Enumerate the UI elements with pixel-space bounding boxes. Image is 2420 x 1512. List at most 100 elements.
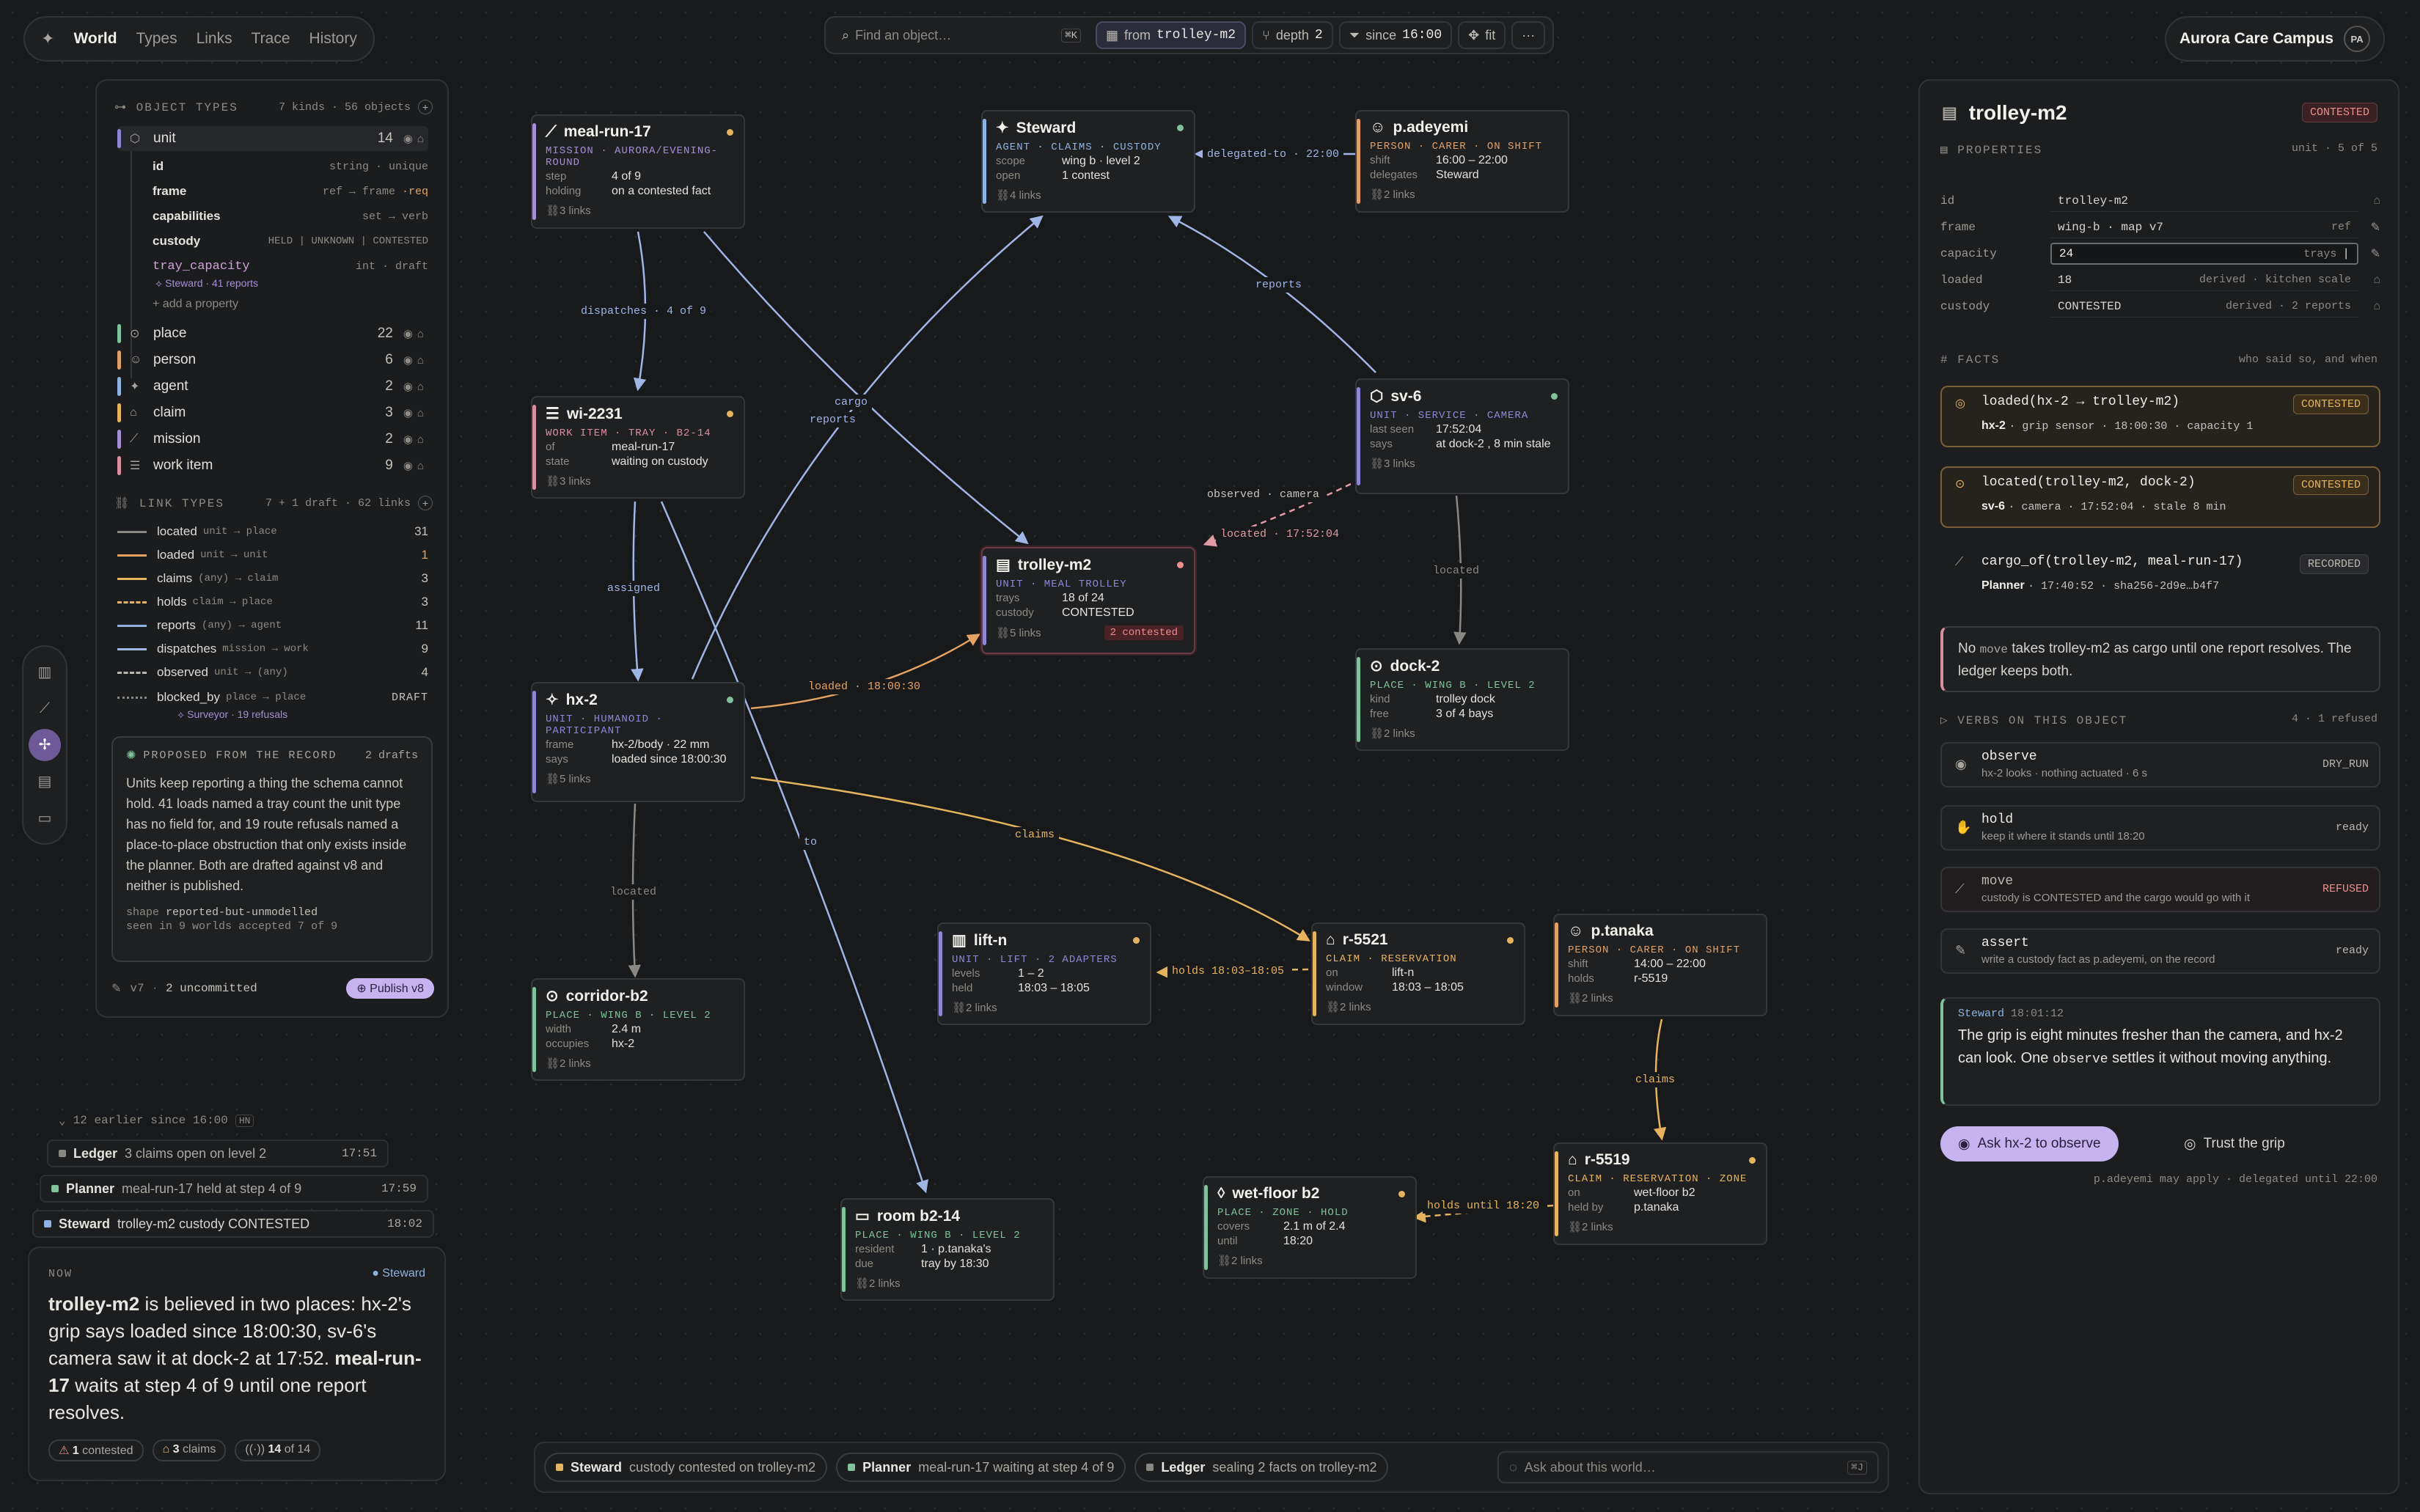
property-capacity[interactable]: capacity 24 trays | ✎ [1940, 242, 2380, 265]
fact-badge: RECORDED [2299, 554, 2369, 574]
pin-icon: ⊙ [1955, 478, 1965, 491]
property-loaded[interactable]: loaded 18 derived · kitchen scale ⌂ [1940, 268, 2380, 292]
route-icon: ⟋ [1955, 881, 1965, 896]
link-icon: ⛓ [1370, 727, 1385, 740]
verb-observe[interactable]: ◉ observe hx-2 looks · nothing actuated · … [1940, 742, 2380, 788]
eye-icon: ◉ [1955, 757, 1967, 771]
lock-icon: ⌂ [2373, 300, 2380, 312]
fingerprint-icon: ◎ [1955, 397, 1965, 410]
verbs-meta: 4 · 1 refused [2291, 713, 2377, 725]
trust-grip-button[interactable]: ◎ Trust the grip [2169, 1126, 2300, 1161]
ask-hx2-button[interactable]: ◉ Ask hx-2 to observe [1940, 1126, 2119, 1161]
node-r-5519[interactable]: ⌂ r-5519 CLAIM · RESERVATION · ZONE on wet… [1553, 1142, 1767, 1245]
link-icon: ⛓ [546, 773, 560, 785]
fingerprint-icon: ◎ [2184, 1136, 2196, 1152]
fact-card[interactable]: ⊙ located(trolley-m2, dock-2) sv-6 · cam… [1940, 466, 2380, 528]
steward-message: Steward 18:01:12 The grip is eight minut… [1940, 997, 2380, 1106]
lock-icon: ⌂ [2373, 194, 2380, 207]
properties-header: ▤ PROPERTIES [1940, 144, 2043, 157]
edge-label: located [606, 884, 661, 900]
activity-bar: Steward custody contested on trolley-m2 P… [534, 1442, 1889, 1493]
link-icon: ⛓ [1217, 1255, 1232, 1267]
hand-icon: ✋ [1955, 820, 1972, 834]
activity-chip[interactable]: Ledger sealing 2 facts on trolley-m2 [1134, 1453, 1389, 1482]
edge-reports-sv6 [1167, 216, 1376, 373]
edge-label: located [1429, 563, 1484, 579]
fact-card[interactable]: ◎ loaded(hx-2 → trolley-m2) hx-2 · grip … [1940, 386, 2380, 447]
node-p-adeyemi[interactable]: ☺ p.adeyemi PERSON · CARER · ON SHIFT shi… [1355, 110, 1569, 213]
node-corridor-b2[interactable]: ⊙ corridor-b2 PLACE · WING B · LEVEL 2 wi… [531, 978, 745, 1081]
delegation-note: p.adeyemi may apply · delegated until 22… [2093, 1173, 2377, 1186]
link-icon: ⛓ [1370, 188, 1385, 201]
room-icon: ▭ [855, 1208, 870, 1225]
node-sv-6[interactable]: ⬡ sv-6 UNIT · SERVICE · CAMERA last seen 1… [1355, 378, 1569, 494]
link-icon: ⛓ [855, 1277, 870, 1290]
inspector-panel: ▤ trolley-m2 CONTESTED ▤ PROPERTIES unit … [1918, 79, 2399, 1494]
verb-hold[interactable]: ✋ hold keep it where it stands until 18:20… [1940, 805, 2380, 851]
edge-label: cargo [830, 394, 873, 410]
edge-label: claims [1631, 1072, 1680, 1087]
fact-badge: CONTESTED [2292, 394, 2369, 414]
humanoid-icon: ✧ [546, 691, 559, 708]
property-custody[interactable]: custody CONTESTED derived · 2 reports ⌂ [1940, 295, 2380, 318]
agent-icon: ✦ [996, 120, 1009, 136]
node-p-tanaka[interactable]: ☺ p.tanaka PERSON · CARER · ON SHIFT shif… [1553, 914, 1767, 1016]
verbs-header: ▷ VERBS ON THIS OBJECT [1940, 714, 2128, 727]
link-icon: ⛓ [1326, 1001, 1341, 1013]
facts-meta: who said so, and when [2238, 353, 2377, 366]
table-icon: ▤ [1940, 144, 1958, 157]
edge-label: assigned [603, 581, 665, 596]
person-icon: ☺ [1370, 119, 1386, 136]
ask-world-input[interactable]: ◌ Ask about this world… ⌘J [1497, 1451, 1879, 1483]
play-icon: ▷ [1940, 714, 1958, 727]
fact-badge: CONTESTED [2292, 475, 2369, 495]
node-wi-2231[interactable]: ☰ wi-2231 WORK ITEM · TRAY · B2-14 of meal… [531, 396, 745, 499]
verb-move[interactable]: ⟋ move custody is CONTESTED and the cargo … [1940, 867, 2380, 912]
properties-meta: unit · 5 of 5 [2291, 142, 2377, 155]
edge-cargo [703, 231, 1029, 545]
lock-icon: ⌂ [2373, 274, 2380, 286]
edge-loaded [750, 634, 980, 710]
chat-icon: ◌ [1509, 1459, 1517, 1475]
edge-label: delegated-to · 22:00 [1203, 147, 1344, 162]
link-icon: ⛓ [996, 627, 1011, 639]
link-icon: ⛓ [996, 189, 1011, 202]
list-icon: ☰ [546, 405, 560, 422]
node-r-5521[interactable]: ⌂ r-5521 CLAIM · RESERVATION on lift-n win… [1311, 922, 1525, 1025]
node-trolley-m2[interactable]: ▤ trolley-m2 UNIT · MEAL TROLLEY trays 18 … [981, 547, 1195, 654]
edge-to [660, 501, 928, 1194]
inspector-note: No move takes trolley-m2 as cargo until … [1940, 626, 2380, 692]
link-icon: ⛓ [546, 475, 560, 488]
edge-label: claims [1011, 827, 1060, 843]
node-room-b2-14[interactable]: ▭ room b2-14 PLACE · WING B · LEVEL 2 res… [840, 1198, 1055, 1301]
node-hx-2[interactable]: ✧ hx-2 UNIT · HUMANOID · PARTICIPANT fram… [531, 682, 745, 802]
edge-claims-r5521 [750, 776, 1310, 942]
fact-card[interactable]: ⟋ cargo_of(trolley-m2, meal-run-17) Plan… [1940, 546, 2380, 607]
property-frame[interactable]: frame wing-b · map v7 ref ✎ [1940, 216, 2380, 239]
activity-chip[interactable]: Planner meal-run-17 waiting at step 4 of … [836, 1453, 1126, 1482]
edge-label: holds until 18:20 [1423, 1198, 1544, 1214]
verb-assert[interactable]: ✎ assert write a custody fact as p.adeyemi… [1940, 928, 2380, 974]
link-icon: ⛓ [1568, 1221, 1583, 1233]
cube-icon: ⬡ [1370, 388, 1384, 405]
capacity-input: 24 [2059, 247, 2074, 260]
node-dock-2[interactable]: ⊙ dock-2 PLACE · WING B · LEVEL 2 kind tro… [1355, 648, 1569, 751]
node-meal-run-17[interactable]: ⟋ meal-run-17 MISSION · AURORA/EVENING-RO… [531, 114, 745, 229]
trolley-icon: ▤ [1942, 103, 1957, 122]
eye-icon: ◉ [1958, 1136, 1970, 1152]
pin-icon: ⊙ [546, 988, 559, 1005]
edge-label: observed · camera [1203, 487, 1324, 502]
hash-icon: # [1940, 353, 1958, 367]
edge-label: to [799, 834, 822, 850]
link-icon: ⛓ [952, 1002, 967, 1014]
activity-chip[interactable]: Steward custody contested on trolley-m2 [544, 1453, 828, 1482]
link-icon: ⛓ [546, 205, 560, 217]
inspector-title: ▤ trolley-m2 [1942, 101, 2067, 124]
link-icon: ⛓ [1370, 458, 1385, 470]
node-wet-floor-b2[interactable]: ◊ wet-floor b2 PLACE · ZONE · HOLD covers… [1203, 1176, 1417, 1279]
node-steward[interactable]: ✦ Steward AGENT · CLAIMS · CUSTODY scope w… [981, 110, 1195, 213]
lock-icon: ⌂ [1326, 931, 1335, 948]
property-id[interactable]: id trolley-m2 ⌂ [1940, 189, 2380, 213]
link-icon: ⛓ [546, 1057, 560, 1070]
node-lift-n[interactable]: ▥ lift-n UNIT · LIFT · 2 ADAPTERS levels 1… [937, 922, 1151, 1025]
